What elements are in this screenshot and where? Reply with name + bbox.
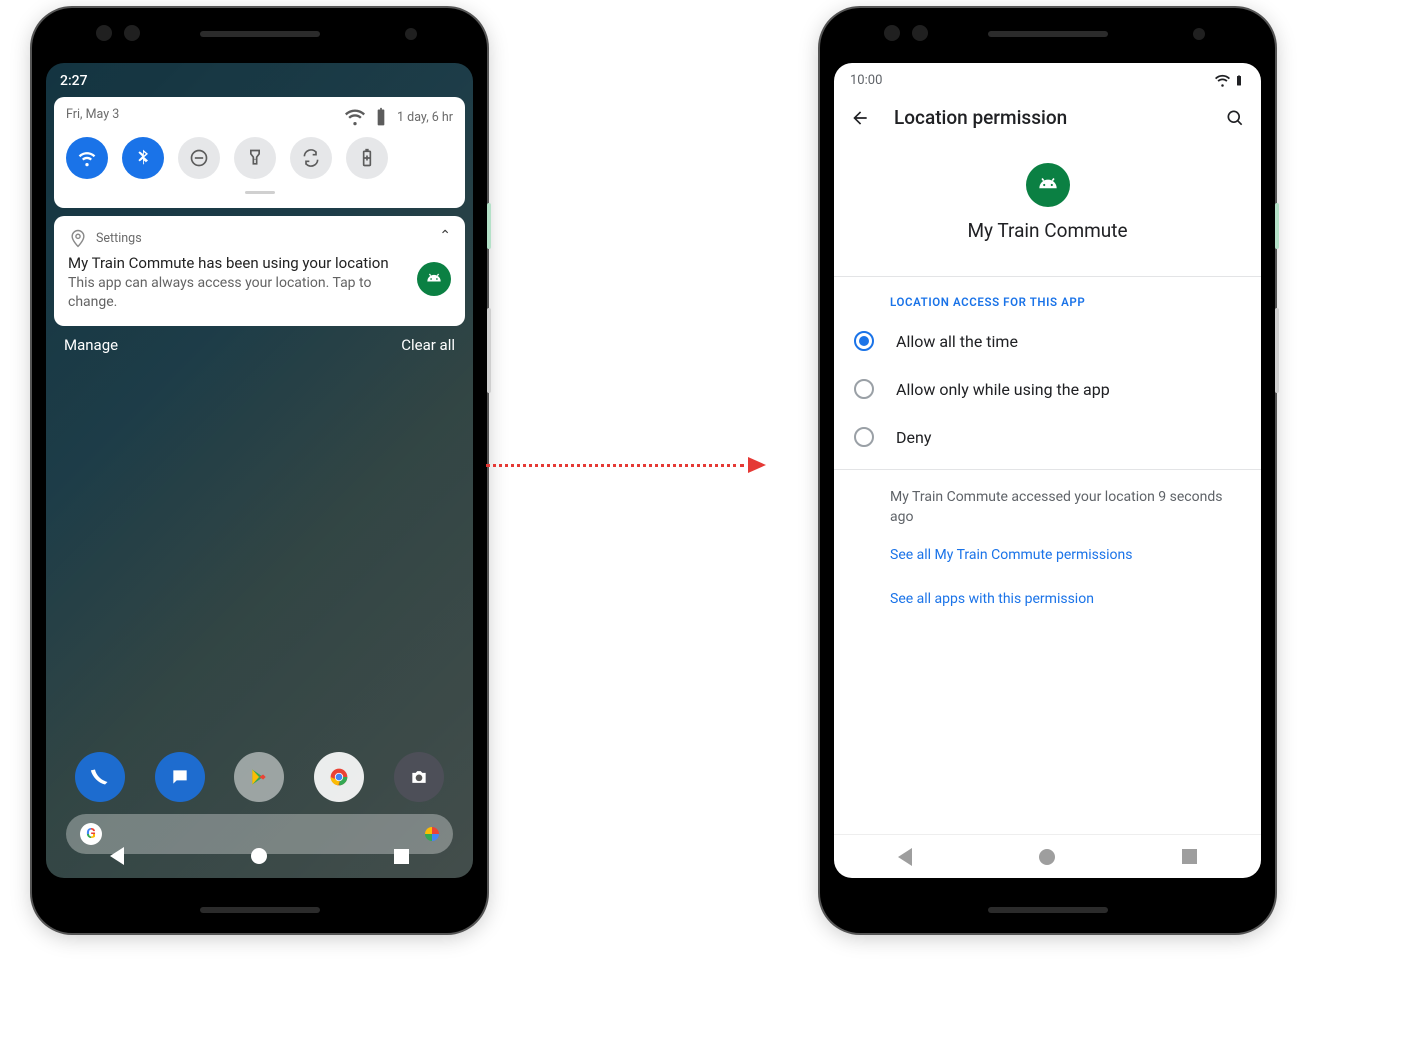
camera-app[interactable] [394,752,444,802]
quick-settings-panel[interactable]: Fri, May 3 1 day, 6 hr [54,97,465,208]
link-app-permissions[interactable]: See all My Train Commute permissions [834,533,1261,577]
flow-arrow [486,455,766,475]
qs-dnd[interactable] [178,137,220,179]
permission-option-0[interactable]: Allow all the time [834,317,1261,365]
location-usage-notification[interactable]: Settings ⌃ My Train Commute has been usi… [54,216,465,326]
back-arrow-icon[interactable] [850,108,870,128]
recents-button[interactable] [394,849,409,864]
recents-button[interactable] [1182,849,1197,864]
phone-left: 2:27 Fri, May 3 1 day, 6 hr [32,8,487,933]
shade-date: Fri, May 3 [66,107,119,127]
notification-body: This app can always access your location… [68,274,451,312]
radio-button[interactable] [854,379,874,399]
back-button[interactable] [110,847,124,865]
clear-all-button[interactable]: Clear all [401,336,455,354]
radio-button[interactable] [854,331,874,351]
search-icon[interactable] [1225,108,1245,128]
qs-bluetooth[interactable] [122,137,164,179]
wifi-icon [345,107,365,127]
play-store-app[interactable] [234,752,284,802]
qs-battery-saver[interactable] [346,137,388,179]
manage-button[interactable]: Manage [64,336,118,354]
system-navigation-bar [46,834,473,878]
back-button[interactable] [898,848,912,866]
permission-settings-screen: 10:00 Location permission [834,63,1261,878]
page-title: Location permission [894,106,1201,129]
permission-option-2[interactable]: Deny [834,413,1261,461]
home-button[interactable] [251,848,267,864]
app-icon [1026,163,1070,207]
notification-source: Settings [96,231,142,246]
system-navigation-bar [834,834,1261,878]
drag-handle[interactable] [245,191,275,194]
qs-wifi[interactable] [66,137,108,179]
access-info: My Train Commute accessed your location … [834,470,1261,533]
option-label: Allow only while using the app [896,380,1110,399]
option-label: Allow all the time [896,332,1018,351]
app-name: My Train Commute [834,219,1261,242]
status-clock: 2:27 [60,73,88,89]
phone-app[interactable] [75,752,125,802]
wifi-icon [1215,77,1233,92]
collapse-icon[interactable]: ⌃ [439,228,451,244]
battery-icon [1233,77,1245,92]
location-pin-icon [68,228,88,248]
battery-text: 1 day, 6 hr [397,110,453,125]
qs-flashlight[interactable] [234,137,276,179]
qs-tiles [66,137,453,179]
qs-autorotate[interactable] [290,137,332,179]
phone-right: 10:00 Location permission [820,8,1275,933]
option-label: Deny [896,428,931,447]
status-clock: 10:00 [850,73,882,92]
home-dock [46,752,473,802]
battery-icon [371,107,391,127]
app-badge-icon [417,262,451,296]
notification-title: My Train Commute has been using your loc… [68,254,451,272]
home-button[interactable] [1039,849,1055,865]
messages-app[interactable] [155,752,205,802]
notification-shade-screen: 2:27 Fri, May 3 1 day, 6 hr [46,63,473,878]
radio-button[interactable] [854,427,874,447]
link-apps-with-permission[interactable]: See all apps with this permission [834,577,1261,621]
section-label: LOCATION ACCESS FOR THIS APP [834,277,1261,317]
chrome-app[interactable] [314,752,364,802]
permission-option-1[interactable]: Allow only while using the app [834,365,1261,413]
